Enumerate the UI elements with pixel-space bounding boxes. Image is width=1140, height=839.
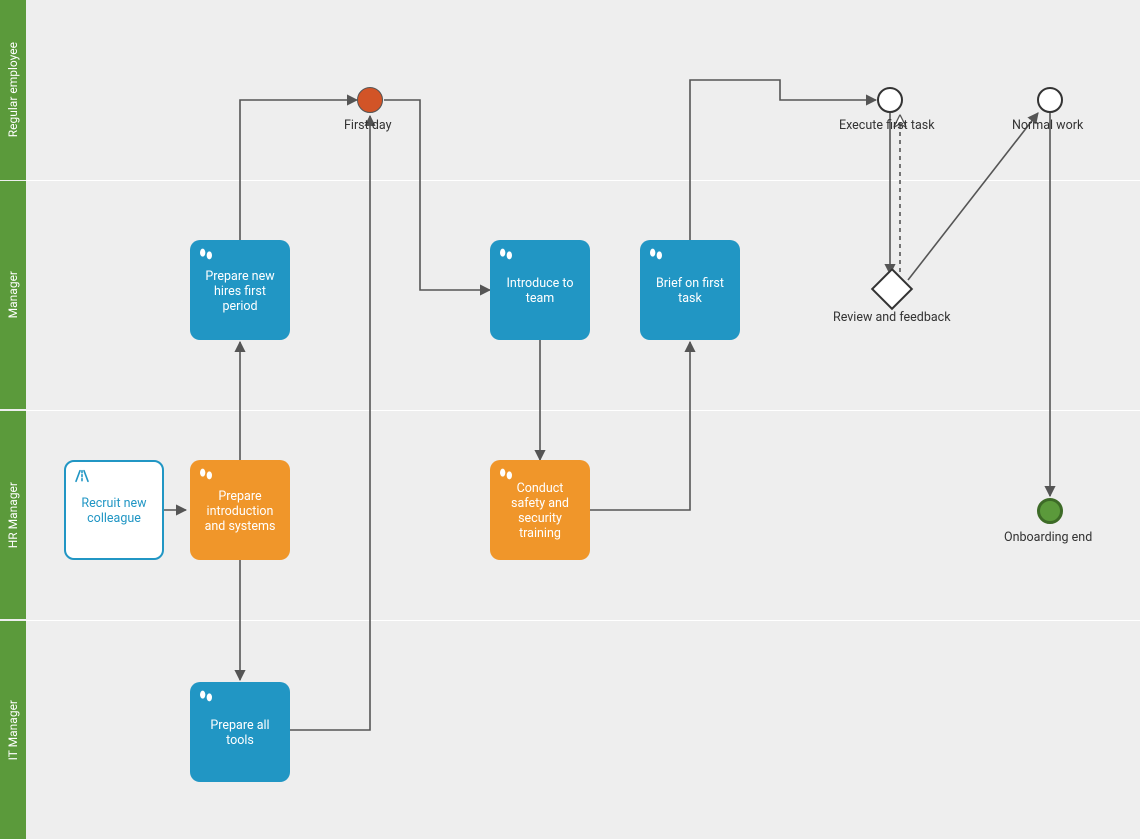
event-onboarding-end[interactable]: [1037, 498, 1063, 524]
event-label: Onboarding end: [1004, 530, 1092, 545]
task-prepare-period[interactable]: Prepare new hires first period: [190, 240, 290, 340]
lane-separator: [26, 410, 1140, 411]
footsteps-icon: [498, 467, 514, 481]
lane-regular-employee: Regular employee: [0, 0, 26, 180]
task-prepare-intro[interactable]: Prepare introduction and systems: [190, 460, 290, 560]
lane-separator: [26, 620, 1140, 621]
task-introduce-team[interactable]: Introduce to team: [490, 240, 590, 340]
task-label: Prepare new hires first period: [196, 269, 284, 314]
gateway-review[interactable]: [871, 268, 913, 310]
event-label: Execute first task: [839, 118, 935, 133]
event-label: Normal work: [1012, 118, 1083, 133]
task-safety-training[interactable]: Conduct safety and security training: [490, 460, 590, 560]
lane-it-manager: IT Manager: [0, 621, 26, 839]
task-brief-first-task[interactable]: Brief on first task: [640, 240, 740, 340]
task-label: Prepare all tools: [196, 718, 284, 748]
road-icon: [74, 469, 90, 483]
connectors: [0, 0, 1140, 839]
event-first-day[interactable]: [357, 87, 383, 113]
footsteps-icon: [498, 247, 514, 261]
event-execute-task[interactable]: [877, 87, 903, 113]
footsteps-icon: [198, 247, 214, 261]
event-normal-work[interactable]: [1037, 87, 1063, 113]
task-label: Conduct safety and security training: [496, 481, 584, 541]
task-label: Recruit new colleague: [72, 496, 156, 526]
gateway-label: Review and feedback: [833, 310, 951, 325]
lane-hr-manager: HR Manager: [0, 411, 26, 619]
lane-separator: [26, 180, 1140, 181]
lane-label: IT Manager: [6, 700, 20, 760]
lane-label: Manager: [6, 271, 20, 318]
bpmn-diagram: Regular employee Manager HR Manager IT M…: [0, 0, 1140, 839]
footsteps-icon: [198, 689, 214, 703]
task-label: Brief on first task: [646, 276, 734, 306]
task-recruit[interactable]: Recruit new colleague: [64, 460, 164, 560]
task-label: Prepare introduction and systems: [196, 489, 284, 534]
task-label: Introduce to team: [496, 276, 584, 306]
lane-manager: Manager: [0, 181, 26, 409]
lane-label: Regular employee: [6, 42, 20, 137]
task-prepare-tools[interactable]: Prepare all tools: [190, 682, 290, 782]
footsteps-icon: [198, 467, 214, 481]
lane-headers: Regular employee Manager HR Manager IT M…: [0, 0, 26, 839]
footsteps-icon: [648, 247, 664, 261]
lane-label: HR Manager: [6, 482, 20, 548]
event-label: First day: [344, 118, 392, 133]
